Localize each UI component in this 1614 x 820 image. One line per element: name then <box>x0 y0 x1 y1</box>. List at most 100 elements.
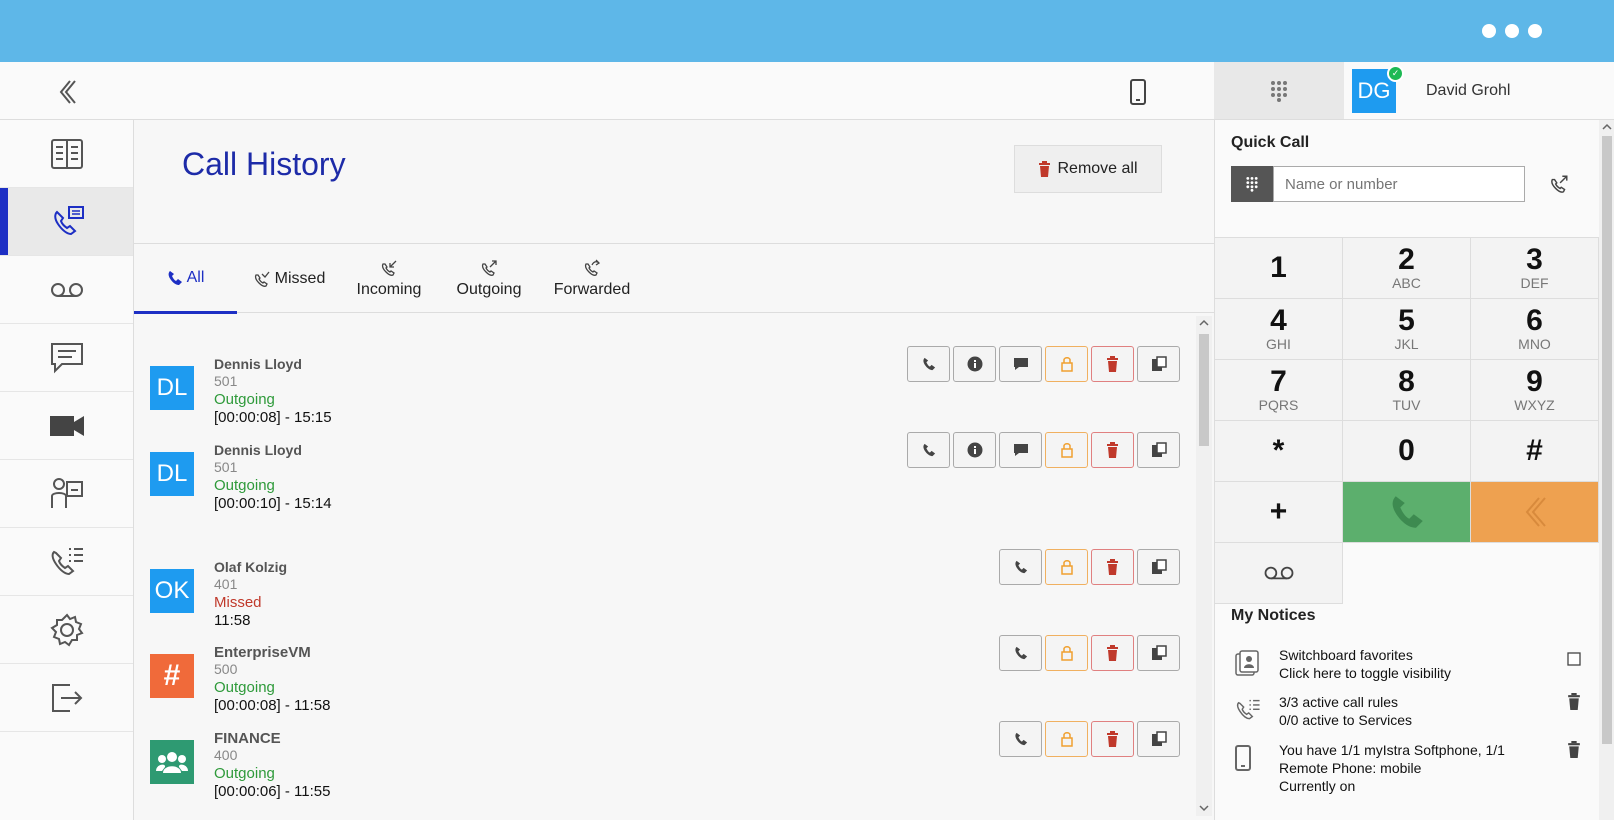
dialpad-key-7[interactable]: 7 PQRS <box>1215 360 1343 421</box>
lock-icon <box>1060 443 1073 458</box>
key-digit: + <box>1269 495 1288 528</box>
dialpad-key-star[interactable]: * <box>1215 421 1343 482</box>
tab-incoming[interactable]: Incoming <box>344 244 434 314</box>
call-button[interactable] <box>907 346 950 382</box>
chat-icon <box>50 342 83 373</box>
dialpad-key-1[interactable]: 1 <box>1215 238 1343 299</box>
tab-label: All <box>186 268 205 286</box>
sidebar-item-video[interactable] <box>0 392 133 460</box>
lock-button[interactable] <box>1045 432 1088 468</box>
dialpad-key-4[interactable]: 4 GHI <box>1215 299 1343 360</box>
info-button[interactable] <box>953 432 996 468</box>
copy-to-clipboard-button[interactable] <box>1137 549 1180 585</box>
message-button[interactable] <box>999 346 1042 382</box>
lock-button[interactable] <box>1045 721 1088 757</box>
dialpad-key-8[interactable]: 8 TUV <box>1343 360 1471 421</box>
dialpad-key-0[interactable]: 0 <box>1343 421 1471 482</box>
call-entry[interactable]: OK Olaf Kolzig 401 Missed 11:58 <box>150 549 1180 645</box>
tab-forwarded[interactable]: Forwarded <box>542 244 642 314</box>
lock-button[interactable] <box>1045 346 1088 382</box>
page-title: Call History <box>182 146 346 182</box>
lock-button[interactable] <box>1045 635 1088 671</box>
key-digit: 7 <box>1270 365 1287 398</box>
contact-name: Dennis Lloyd <box>214 442 302 458</box>
forward-call-icon[interactable] <box>1549 174 1569 194</box>
call-entry[interactable]: DL Dennis Lloyd 501 Outgoing [00:00:08] … <box>150 346 1180 442</box>
call-entry[interactable]: FINANCE 400 Outgoing [00:00:06] - 11:55 <box>150 721 1180 816</box>
delete-button[interactable] <box>1091 432 1134 468</box>
backspace-button[interactable] <box>1471 482 1599 543</box>
phone-icon <box>1392 496 1423 528</box>
backspace-chevron-icon <box>1525 497 1546 527</box>
dialpad-key-6[interactable]: 6 MNO <box>1471 299 1599 360</box>
call-button[interactable] <box>999 721 1042 757</box>
tab-label: Outgoing <box>456 281 522 298</box>
copy-to-clipboard-button[interactable] <box>1137 432 1180 468</box>
copy-to-clipboard-button[interactable] <box>1137 721 1180 757</box>
sidebar-item-switchboard[interactable] <box>0 460 133 528</box>
call-type: Outgoing <box>214 765 275 782</box>
tab-missed[interactable]: Missed <box>244 244 334 314</box>
call-entry[interactable]: DL Dennis Lloyd 501 Outgoing [00:00:10] … <box>150 432 1180 528</box>
keypad-toggle[interactable] <box>1214 62 1344 120</box>
dialpad-key-hash[interactable]: # <box>1471 421 1599 482</box>
sidebar-item-call-rules[interactable] <box>0 528 133 596</box>
toggle-checkbox[interactable] <box>1567 652 1581 666</box>
copy-to-clipboard-button[interactable] <box>1137 635 1180 671</box>
collapse-sidebar-icon[interactable] <box>56 78 80 106</box>
copy-to-clipboard-button[interactable] <box>1137 346 1180 382</box>
notice-call-rules[interactable]: 3/3 active call rules 0/0 active to Servi… <box>1231 693 1581 733</box>
lock-icon <box>1060 732 1073 747</box>
sidebar-item-voicemail[interactable] <box>0 256 133 324</box>
remove-all-button[interactable]: Remove all <box>1014 145 1162 193</box>
tab-all[interactable]: All <box>134 244 237 314</box>
sidebar-item-settings[interactable] <box>0 596 133 664</box>
dialpad-key-9[interactable]: 9 WXYZ <box>1471 360 1599 421</box>
dial-call-button[interactable] <box>1343 482 1471 543</box>
clipboard-icon <box>1151 559 1167 574</box>
remove-all-label: Remove all <box>1057 160 1138 177</box>
dialpad-key-3[interactable]: 3 DEF <box>1471 238 1599 299</box>
trash-icon[interactable] <box>1567 693 1581 710</box>
contact-avatar: DL <box>150 366 194 410</box>
trash-icon <box>1107 356 1118 372</box>
right-panel-scrollbar[interactable] <box>1599 120 1614 820</box>
user-name: David Grohl <box>1426 82 1511 99</box>
call-history-icon <box>53 205 84 235</box>
quick-call-keypad-button[interactable] <box>1231 166 1273 202</box>
lock-button[interactable] <box>1045 549 1088 585</box>
call-button[interactable] <box>999 635 1042 671</box>
message-button[interactable] <box>999 432 1042 468</box>
sidebar-item-contacts[interactable] <box>0 120 133 188</box>
sidebar-item-logout[interactable] <box>0 664 133 732</box>
notice-softphone[interactable]: You have 1/1 myIstra Softphone, 1/1 Remot… <box>1231 741 1581 797</box>
call-entry[interactable]: # EnterpriseVM 500 Outgoing [00:00:08] -… <box>150 635 1180 730</box>
dial-voicemail-button[interactable] <box>1215 543 1343 604</box>
call-button[interactable] <box>907 432 950 468</box>
notice-line: Remote Phone: mobile <box>1279 760 1422 776</box>
chat-icon <box>1013 444 1028 456</box>
dialpad-key-plus[interactable]: + <box>1215 482 1343 543</box>
trash-icon[interactable] <box>1567 741 1581 758</box>
user-profile[interactable]: DG ✓ David Grohl <box>1344 62 1614 120</box>
notices-title: My Notices <box>1231 607 1316 624</box>
dialpad-key-2[interactable]: 2 ABC <box>1343 238 1471 299</box>
delete-button[interactable] <box>1091 721 1134 757</box>
delete-button[interactable] <box>1091 346 1134 382</box>
sidebar-item-messages[interactable] <box>0 324 133 392</box>
call-type: Missed <box>214 594 262 611</box>
notice-switchboard-favorites[interactable]: Switchboard favorites Click here to toggl… <box>1231 646 1581 686</box>
delete-button[interactable] <box>1091 635 1134 671</box>
quick-call-input[interactable] <box>1273 166 1525 202</box>
notice-line: Switchboard favorites <box>1279 647 1413 663</box>
sidebar-item-call-history[interactable] <box>0 188 133 256</box>
call-list-scrollbar[interactable] <box>1196 316 1212 816</box>
dialpad-key-5[interactable]: 5 JKL <box>1343 299 1471 360</box>
tab-outgoing[interactable]: Outgoing <box>444 244 534 314</box>
more-menu-icon[interactable] <box>1482 24 1542 38</box>
key-letters: JKL <box>1394 336 1419 352</box>
call-button[interactable] <box>999 549 1042 585</box>
info-button[interactable] <box>953 346 996 382</box>
delete-button[interactable] <box>1091 549 1134 585</box>
mobile-phone-icon[interactable] <box>1130 79 1146 105</box>
